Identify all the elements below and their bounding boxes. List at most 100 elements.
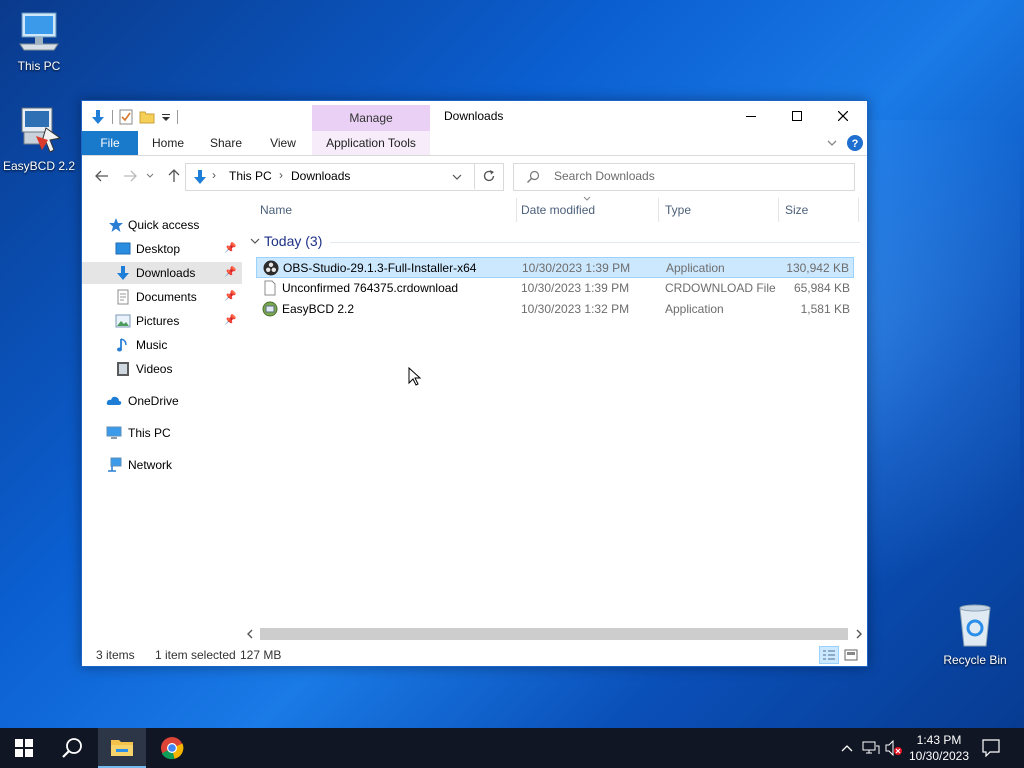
expand-ribbon-icon[interactable]	[826, 137, 838, 149]
desktop-icon-this-pc[interactable]: This PC	[0, 10, 79, 73]
nav-videos[interactable]: Videos	[82, 358, 242, 380]
help-icon[interactable]: ?	[847, 135, 863, 151]
address-box[interactable]: › This PC › Downloads	[185, 163, 504, 191]
column-separator[interactable]	[658, 198, 659, 222]
pin-icon[interactable]: 📌	[224, 262, 236, 284]
file-row[interactable]: OBS-Studio-29.1.3-Full-Installer-x64 10/…	[256, 257, 854, 278]
tab-file[interactable]: File	[82, 131, 138, 155]
nav-label: Videos	[136, 362, 173, 376]
documents-icon	[117, 289, 129, 305]
taskbar-clock[interactable]: 1:43 PM 10/30/2023	[906, 732, 972, 764]
tab-view[interactable]: View	[262, 131, 304, 155]
column-separator[interactable]	[858, 198, 859, 222]
column-header-type[interactable]: Type	[665, 194, 775, 226]
file-row[interactable]: Unconfirmed 764375.crdownload 10/30/2023…	[256, 278, 854, 299]
desktop-icon-easybcd[interactable]: EasyBCD 2.2	[0, 106, 79, 173]
search-input[interactable]: Search Downloads	[513, 163, 855, 191]
nav-desktop[interactable]: Desktop 📌	[82, 238, 242, 260]
network-status-icon[interactable]	[862, 740, 880, 756]
nav-onedrive[interactable]: OneDrive	[82, 390, 242, 412]
new-folder-icon[interactable]	[139, 109, 155, 125]
computer-icon	[19, 12, 59, 51]
properties-icon[interactable]	[119, 109, 133, 125]
group-header-today[interactable]: Today (3)	[250, 232, 862, 252]
taskbar-file-explorer[interactable]	[98, 728, 146, 768]
scrollbar-thumb[interactable]	[260, 628, 848, 640]
cloud-icon	[106, 396, 122, 405]
tab-share[interactable]: Share	[204, 131, 248, 155]
nav-pictures[interactable]: Pictures 📌	[82, 310, 242, 332]
network-icon	[108, 457, 122, 472]
nav-quick-access[interactable]: Quick access	[82, 214, 242, 236]
nav-downloads[interactable]: Downloads 📌	[82, 262, 242, 284]
file-size: 1,581 KB	[800, 302, 850, 316]
minimize-icon	[746, 116, 756, 117]
taskbar-chrome[interactable]	[148, 728, 196, 768]
refresh-button[interactable]	[474, 163, 503, 189]
pin-icon[interactable]: 📌	[224, 286, 236, 308]
forward-button[interactable]	[120, 166, 140, 186]
up-arrow-icon	[168, 169, 180, 182]
column-separator[interactable]	[516, 198, 517, 222]
clock-date: 10/30/2023	[908, 749, 970, 763]
column-separator[interactable]	[778, 198, 779, 222]
tab-home[interactable]: Home	[146, 131, 190, 155]
scroll-right-icon[interactable]	[854, 629, 864, 639]
pin-icon[interactable]: 📌	[224, 310, 236, 332]
start-button[interactable]	[0, 728, 48, 768]
recent-locations-button[interactable]	[144, 166, 156, 186]
pictures-icon	[115, 314, 131, 328]
desktop-icon-recycle-bin[interactable]: Recycle Bin	[935, 602, 1015, 667]
show-hidden-icons-icon[interactable]	[841, 744, 853, 752]
file-row[interactable]: EasyBCD 2.2 10/30/2023 1:32 PM Applicati…	[256, 299, 854, 320]
file-name: EasyBCD 2.2	[282, 302, 355, 316]
large-icons-view-button[interactable]	[842, 646, 860, 664]
group-divider	[330, 242, 860, 243]
file-type: CRDOWNLOAD File	[665, 281, 776, 295]
maximize-button[interactable]	[774, 101, 820, 131]
quick-access-toolbar	[90, 107, 178, 127]
address-dropdown-icon[interactable]	[452, 174, 462, 182]
obs-app-icon	[263, 260, 279, 276]
nav-network[interactable]: Network	[82, 454, 242, 476]
back-button[interactable]	[92, 166, 112, 186]
breadcrumb-this-pc[interactable]: This PC	[229, 169, 272, 183]
scroll-left-icon[interactable]	[245, 629, 255, 639]
search-placeholder: Search Downloads	[554, 169, 655, 183]
close-button[interactable]	[820, 101, 866, 131]
nav-label: OneDrive	[128, 394, 179, 408]
nav-label: Documents	[136, 290, 197, 304]
status-item-count: 3 items	[96, 648, 135, 662]
column-header-name[interactable]: Name	[260, 194, 515, 226]
downloads-icon	[117, 266, 129, 280]
maximize-icon	[792, 111, 802, 121]
up-button[interactable]	[164, 166, 184, 186]
nav-label: Quick access	[128, 218, 200, 232]
nav-this-pc[interactable]: This PC	[82, 422, 242, 444]
column-header-size[interactable]: Size	[785, 194, 855, 226]
search-button[interactable]	[48, 728, 96, 768]
nav-documents[interactable]: Documents 📌	[82, 286, 242, 308]
horizontal-scrollbar[interactable]	[242, 625, 867, 643]
pin-icon[interactable]: 📌	[224, 238, 236, 260]
notifications-icon[interactable]	[982, 739, 1000, 757]
minimize-button[interactable]	[728, 101, 774, 131]
file-explorer-window: Manage Downloads File Home Share View Ap…	[81, 100, 868, 667]
manage-context-tab[interactable]: Manage	[312, 105, 430, 131]
search-icon	[527, 170, 540, 183]
volume-muted-icon[interactable]	[885, 740, 903, 756]
sort-chevron-icon	[583, 196, 591, 201]
file-list: Name Date modified Type Size Today (3) O…	[250, 194, 867, 644]
details-view-button[interactable]	[819, 646, 839, 664]
status-selected-size: 127 MB	[240, 648, 282, 662]
breadcrumb-downloads[interactable]: Downloads	[291, 169, 350, 183]
nav-music[interactable]: Music	[82, 334, 242, 356]
computer-icon	[106, 426, 122, 439]
customize-toolbar-icon[interactable]	[161, 112, 171, 122]
file-type: Application	[665, 302, 724, 316]
videos-icon	[117, 362, 129, 376]
desktop-icon-label: This PC	[17, 59, 61, 73]
tab-application-tools[interactable]: Application Tools	[312, 131, 430, 155]
desktop-icon-label: Recycle Bin	[943, 653, 1007, 667]
download-arrow-icon[interactable]	[90, 109, 106, 125]
